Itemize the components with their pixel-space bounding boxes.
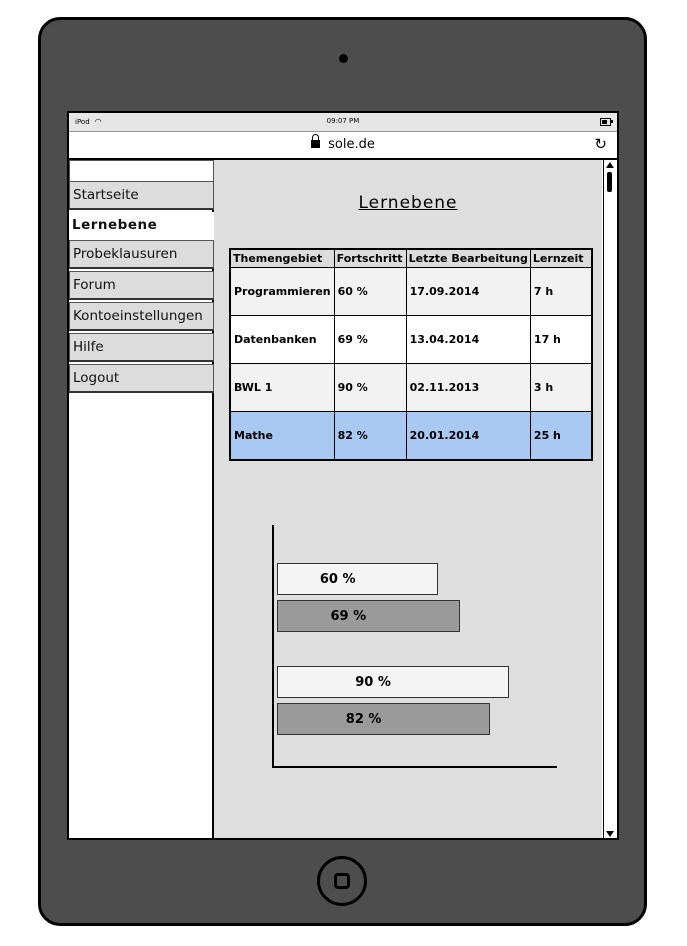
column-header[interactable]: Lernzeit <box>529 248 593 268</box>
sidebar-item-forum[interactable]: Forum <box>69 271 214 300</box>
table-cell: 17 h <box>529 315 593 364</box>
scroll-thumb[interactable] <box>607 172 612 192</box>
table-cell: 69 % <box>333 315 407 364</box>
scroll-up-arrow-icon[interactable] <box>606 162 614 168</box>
table-cell: 25 h <box>529 411 593 460</box>
scroll-down-arrow-icon[interactable] <box>606 831 614 837</box>
chart-x-axis <box>272 766 557 768</box>
column-header[interactable]: Themengebiet <box>229 248 335 268</box>
sidebar-item-hilfe[interactable]: Hilfe <box>69 333 214 362</box>
table-cell: 60 % <box>333 267 407 316</box>
table-row[interactable]: BWL 1 90 % 02.11.2013 3 h <box>229 363 593 412</box>
chart-bar-label: 60 % <box>319 571 356 587</box>
table-cell: Mathe <box>229 411 335 460</box>
camera <box>339 54 348 63</box>
table-cell: Programmieren <box>229 267 335 316</box>
sidebar-top-spacer <box>69 160 214 183</box>
sidebar-item-probeklausuren[interactable]: Probeklausuren <box>69 240 214 269</box>
table-cell: 7 h <box>529 267 593 316</box>
reload-icon[interactable]: ↻ <box>594 137 607 152</box>
address-bar[interactable]: sole.de ↻ <box>69 132 617 160</box>
sidebar-item-startseite[interactable]: Startseite <box>69 181 214 210</box>
table-cell: 20.01.2014 <box>405 411 531 460</box>
table-cell: BWL 1 <box>229 363 335 412</box>
sidebar-item-lernebene[interactable]: Lernebene <box>69 212 214 241</box>
table-cell: 13.04.2014 <box>405 315 531 364</box>
status-time: 09:07 PM <box>326 117 360 125</box>
table-cell: 02.11.2013 <box>405 363 531 412</box>
table-row[interactable]: Programmieren 60 % 17.09.2014 7 h <box>229 267 593 316</box>
chart-bar: 60 % <box>277 563 439 595</box>
progress-table: Themengebiet Fortschritt Letzte Bearbeit… <box>229 248 594 461</box>
main-content: Lernebene Themengebiet Fortschritt Letzt… <box>214 160 602 838</box>
chart-bar: 69 % <box>277 600 460 632</box>
table-row[interactable]: Datenbanken 69 % 13.04.2014 17 h <box>229 315 593 364</box>
lock-icon <box>311 134 321 148</box>
status-bar: iPod ◠ 09:07 PM <box>69 113 617 132</box>
chart-bar-label: 69 % <box>330 608 367 624</box>
progress-bar-chart: 60 % 69 % 90 % 82 % <box>264 525 564 780</box>
table-cell: 17.09.2014 <box>405 267 531 316</box>
chart-bar-label: 82 % <box>345 711 382 727</box>
page-title: Lernebene <box>358 193 458 213</box>
battery-icon <box>600 118 613 126</box>
table-cell: 90 % <box>333 363 407 412</box>
sidebar-item-logout[interactable]: Logout <box>69 364 214 393</box>
table-header-row: Themengebiet Fortschritt Letzte Bearbeit… <box>229 248 593 268</box>
scrollbar[interactable] <box>603 160 617 838</box>
chart-bar-label: 90 % <box>355 674 391 690</box>
column-header[interactable]: Letzte Bearbeitung <box>405 248 531 268</box>
chart-bar: 90 % <box>277 666 510 698</box>
table-cell: 82 % <box>333 411 407 460</box>
url-text: sole.de <box>328 137 375 152</box>
table-cell: Datenbanken <box>229 315 335 364</box>
chart-y-axis <box>272 525 274 767</box>
tablet-screen: iPod ◠ 09:07 PM sole.de ↻ Startseite Ler… <box>67 111 619 840</box>
chart-bar: 82 % <box>277 703 491 735</box>
sidebar-item-kontoeinstellungen[interactable]: Kontoeinstellungen <box>69 302 214 331</box>
column-header[interactable]: Fortschritt <box>333 248 407 268</box>
sidebar: Startseite Lernebene Probeklausuren Foru… <box>69 160 214 838</box>
table-row-selected[interactable]: Mathe 82 % 20.01.2014 25 h <box>229 411 593 460</box>
home-button[interactable] <box>317 856 367 906</box>
table-cell: 3 h <box>529 363 593 412</box>
